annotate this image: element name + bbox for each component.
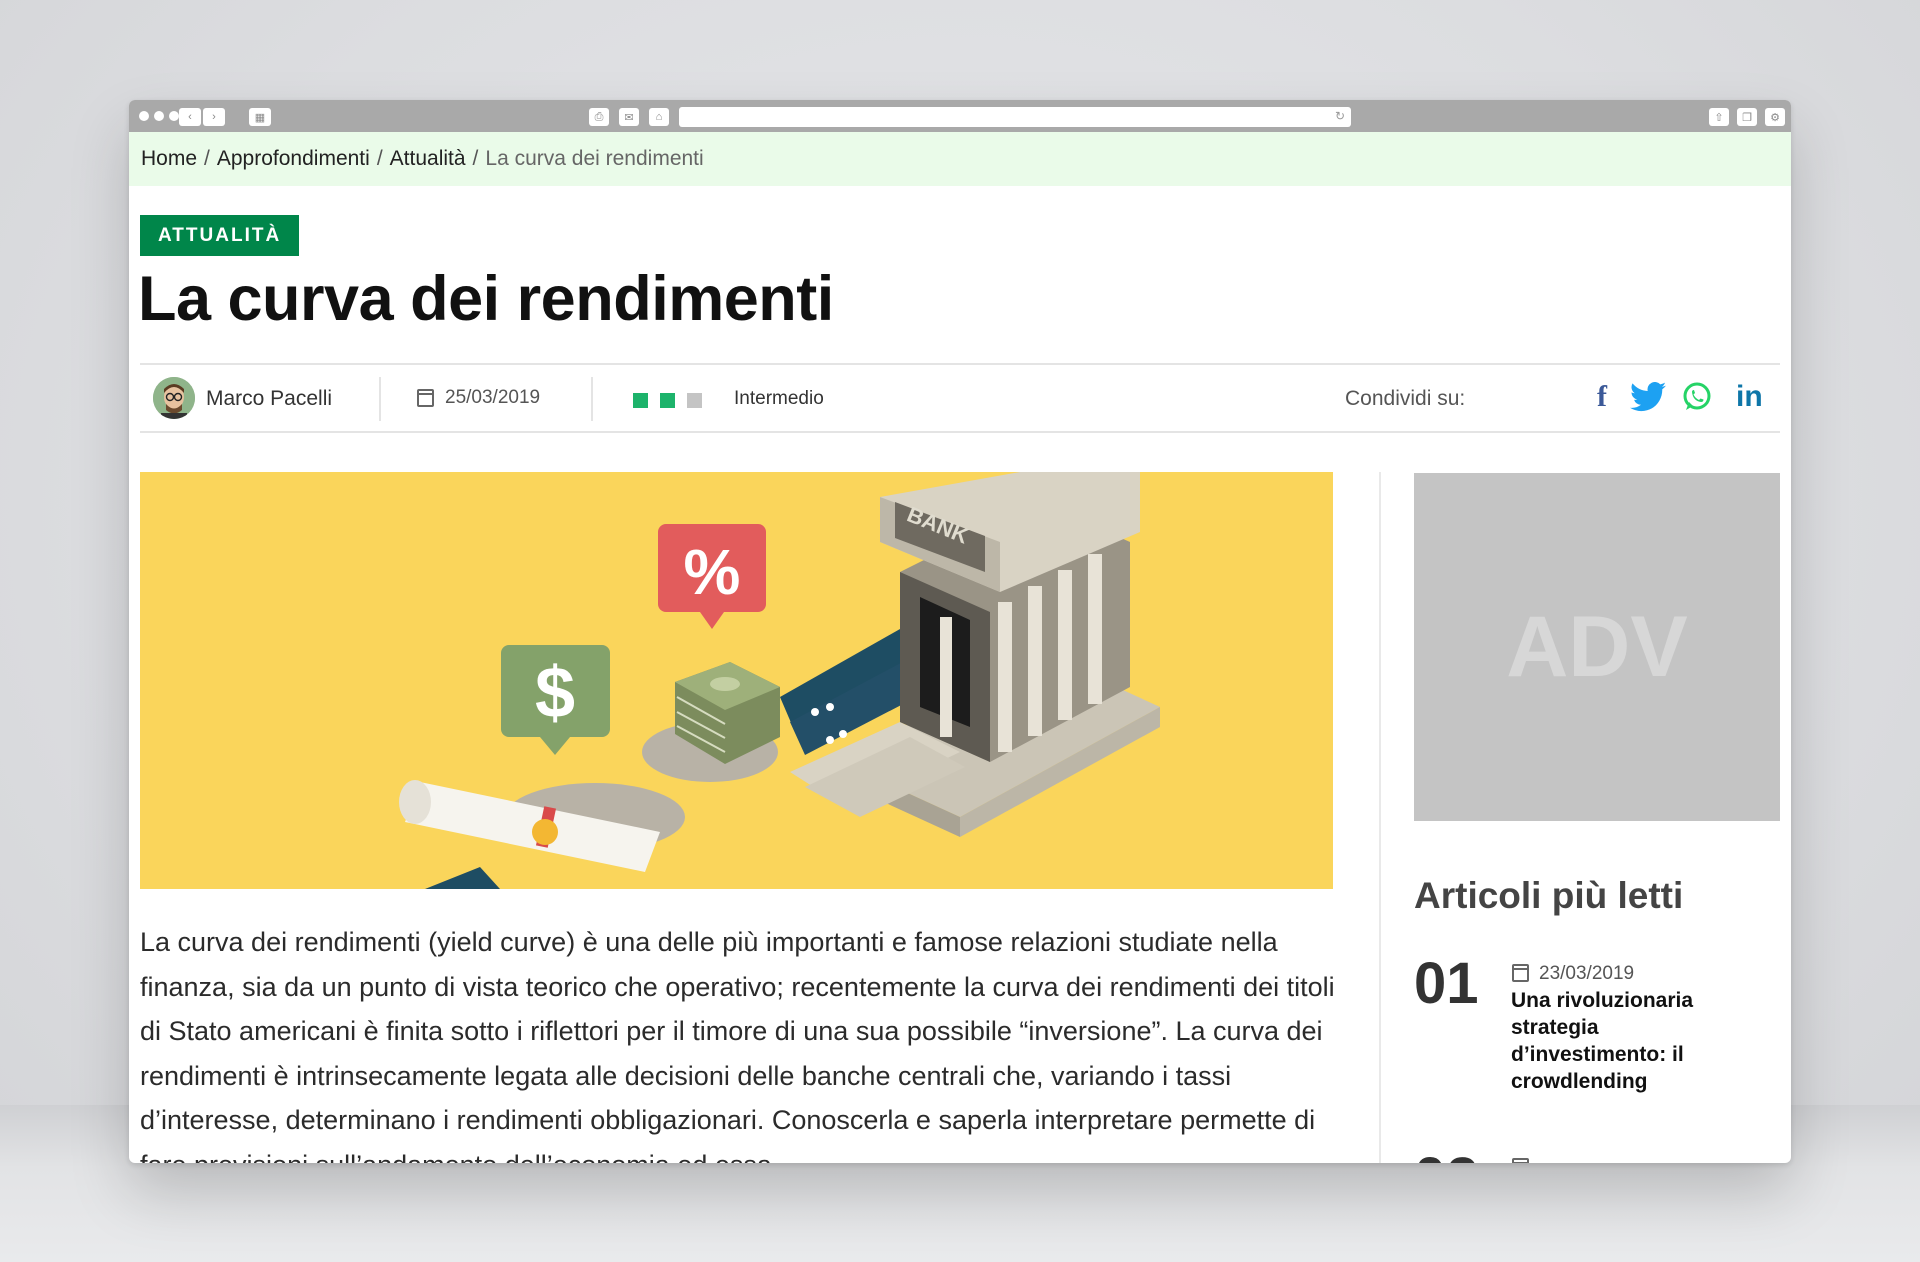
window-dot-icon[interactable] — [154, 111, 164, 121]
mail-icon[interactable]: ✉ — [619, 108, 639, 126]
most-read-article-link[interactable]: Una rivoluzionaria strategia d’investime… — [1511, 987, 1721, 1095]
settings-icon[interactable]: ⚙ — [1765, 108, 1785, 126]
article-body: La curva dei rendimenti (yield curve) è … — [140, 927, 1335, 1163]
facebook-icon[interactable]: f — [1597, 380, 1607, 414]
level-indicator — [687, 393, 702, 408]
author-link[interactable]: Marco Pacelli — [206, 387, 332, 411]
linkedin-icon[interactable]: in — [1736, 380, 1763, 414]
browser-window: ‹ › ▦ ⎙ ✉ ⌂ ↻ ⇧ ❐ ⚙ Home / Approfondimen… — [129, 100, 1791, 1163]
breadcrumb-attualita[interactable]: Attualità — [390, 147, 466, 171]
calendar-icon — [1512, 964, 1529, 982]
tabs-icon[interactable]: ❐ — [1737, 108, 1757, 126]
browser-toolbar: ‹ › ▦ ⎙ ✉ ⌂ ↻ ⇧ ❐ ⚙ — [129, 100, 1791, 132]
whatsapp-icon[interactable] — [1681, 381, 1713, 421]
breadcrumb: Home / Approfondimenti / Attualità / La … — [129, 132, 1791, 186]
avatar[interactable] — [153, 377, 195, 419]
forward-icon[interactable]: › — [203, 108, 225, 126]
column-divider — [1379, 472, 1381, 1163]
home-icon[interactable]: ⌂ — [649, 108, 669, 126]
calendar-icon — [417, 389, 434, 407]
breadcrumb-current: La curva dei rendimenti — [485, 147, 704, 170]
twitter-icon[interactable] — [1630, 381, 1666, 420]
share-label: Condividi su: — [1345, 387, 1466, 410]
article-meta: Marco Pacelli 25/03/2019 Intermedio Cond… — [140, 363, 1780, 433]
dollar-label: $ — [535, 653, 575, 733]
breadcrumb-home[interactable]: Home — [141, 147, 197, 171]
window-dot-icon[interactable] — [169, 111, 179, 121]
most-read-date: 23/03/2019 — [1539, 963, 1635, 984]
level-label: Intermedio — [734, 388, 824, 409]
print-icon[interactable]: ⎙ — [589, 108, 609, 126]
reload-icon[interactable]: ↻ — [1335, 109, 1345, 123]
level-indicator — [633, 393, 648, 408]
most-read-rank: 02 — [1414, 1145, 1479, 1163]
hero-image: $ % BANK — [140, 472, 1333, 889]
publish-date: 25/03/2019 — [445, 387, 541, 408]
page-title: La curva dei rendimenti — [138, 264, 834, 334]
advertisement[interactable]: ADV — [1414, 473, 1780, 821]
window-controls[interactable] — [139, 111, 179, 121]
level-indicator — [660, 393, 675, 408]
percent-label: % — [684, 536, 741, 608]
breadcrumb-approfondimenti[interactable]: Approfondimenti — [217, 147, 370, 171]
window-dot-icon[interactable] — [139, 111, 149, 121]
most-read-title: Articoli più letti — [1414, 875, 1684, 916]
most-read-rank: 01 — [1414, 951, 1479, 1016]
category-badge[interactable]: ATTUALITÀ — [140, 215, 300, 256]
sidebar-toggle-icon[interactable]: ▦ — [249, 108, 271, 126]
share-page-icon[interactable]: ⇧ — [1709, 108, 1729, 126]
calendar-icon — [1512, 1158, 1529, 1163]
back-icon[interactable]: ‹ — [179, 108, 201, 126]
address-bar[interactable]: ↻ — [679, 107, 1351, 127]
